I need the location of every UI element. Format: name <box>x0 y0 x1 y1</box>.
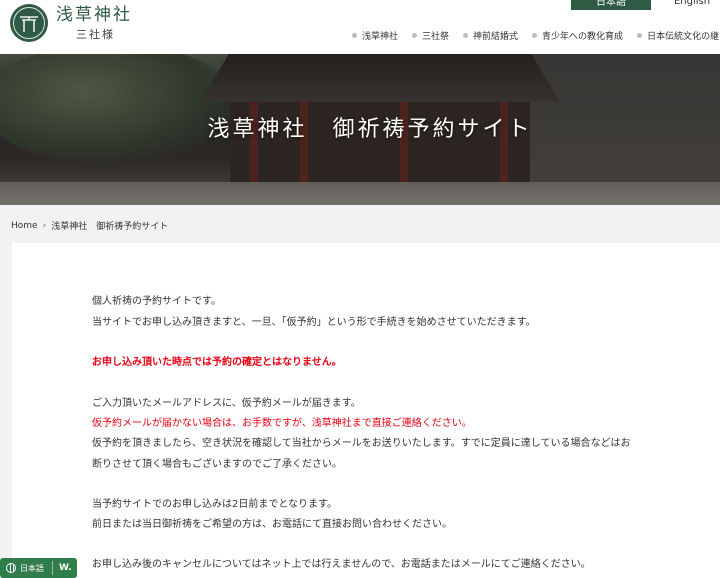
cancellation-text: お申し込み後のキャンセルについてはネット上では行えませんので、お電話またはメール… <box>92 559 591 570</box>
nav-item-asakusa-shrine[interactable]: 浅草神社 <box>352 28 398 42</box>
shrine-logo-icon[interactable] <box>10 4 48 42</box>
main-content: 個人祈祷の予約サイトです。 当サイトでお申し込み頂きますと、一旦、「仮予約」とい… <box>12 243 720 578</box>
email-info-text: ご入力頂いたメールアドレスに、仮予約メールが届きます。 <box>92 398 361 409</box>
intro-text: 個人祈祷の予約サイトです。 <box>92 296 221 307</box>
chevron-right-icon: › <box>42 220 47 231</box>
nav-item-sanja-matsuri[interactable]: 三社祭 <box>412 28 449 42</box>
language-english-link[interactable]: English <box>662 0 720 8</box>
nav-item-youth-education[interactable]: 青少年への教化育成 <box>532 28 623 42</box>
nav-item-wedding[interactable]: 神前結婚式 <box>463 28 518 42</box>
bullet-icon <box>412 32 418 38</box>
globe-icon <box>6 563 16 573</box>
nav-item-traditional-culture[interactable]: 日本伝統文化の継 <box>637 28 719 42</box>
language-switcher-widget[interactable]: 日本語 W. <box>0 558 77 578</box>
language-switcher-label: 日本語 <box>20 563 44 573</box>
bullet-icon <box>637 32 643 38</box>
bullet-icon <box>532 32 538 38</box>
bullet-icon <box>352 32 357 38</box>
main-nav: 浅草神社 三社祭 神前結婚式 青少年への教化育成 日本伝統文化の継 <box>352 28 720 42</box>
hero-banner: 浅草神社 御祈祷予約サイト <box>0 54 720 205</box>
bullet-icon <box>463 32 469 38</box>
site-header: 浅草神社 三社様 日本語 English 浅草神社 三社祭 神前結婚式 青少年へ… <box>0 0 720 54</box>
confirmation-text: 仮予約を頂きましたら、空き状況を確認して当社からメールをお送りいたします。すでに… <box>92 438 631 449</box>
intro-text: 当サイトでお申し込み頂きますと、一旦、「仮予約」という形で手続きを始めさせていた… <box>92 317 536 328</box>
warning-text: お申し込み頂いた時点では予約の確定とはなりません。 <box>92 357 342 368</box>
hero-title: 浅草神社 御祈祷予約サイト <box>207 117 533 142</box>
logo-subtitle: 三社様 <box>76 28 115 41</box>
email-warning-text: 仮予約メールが届かない場合は、お手数ですが、浅草神社まで直接ご連絡ください。 <box>92 418 472 429</box>
widget-divider <box>52 561 53 575</box>
language-japanese-button[interactable]: 日本語 <box>571 0 651 10</box>
deadline-text: 前日または当日御祈祷をご希望の方は、お電話にて直接お問い合わせください。 <box>92 519 452 530</box>
breadcrumb: Home › 浅草神社 御祈祷予約サイト <box>11 219 169 233</box>
breadcrumb-home-link[interactable]: Home <box>11 221 38 231</box>
confirmation-text: 断りさせて頂く場合もございますのでご了承ください。 <box>92 459 342 470</box>
brand-logo: W. <box>59 563 72 573</box>
logo-title[interactable]: 浅草神社 <box>56 5 132 25</box>
breadcrumb-current: 浅草神社 御祈祷予約サイト <box>51 222 169 232</box>
deadline-text: 当予約サイトでのお申し込みは2日前までとなります。 <box>92 499 338 510</box>
